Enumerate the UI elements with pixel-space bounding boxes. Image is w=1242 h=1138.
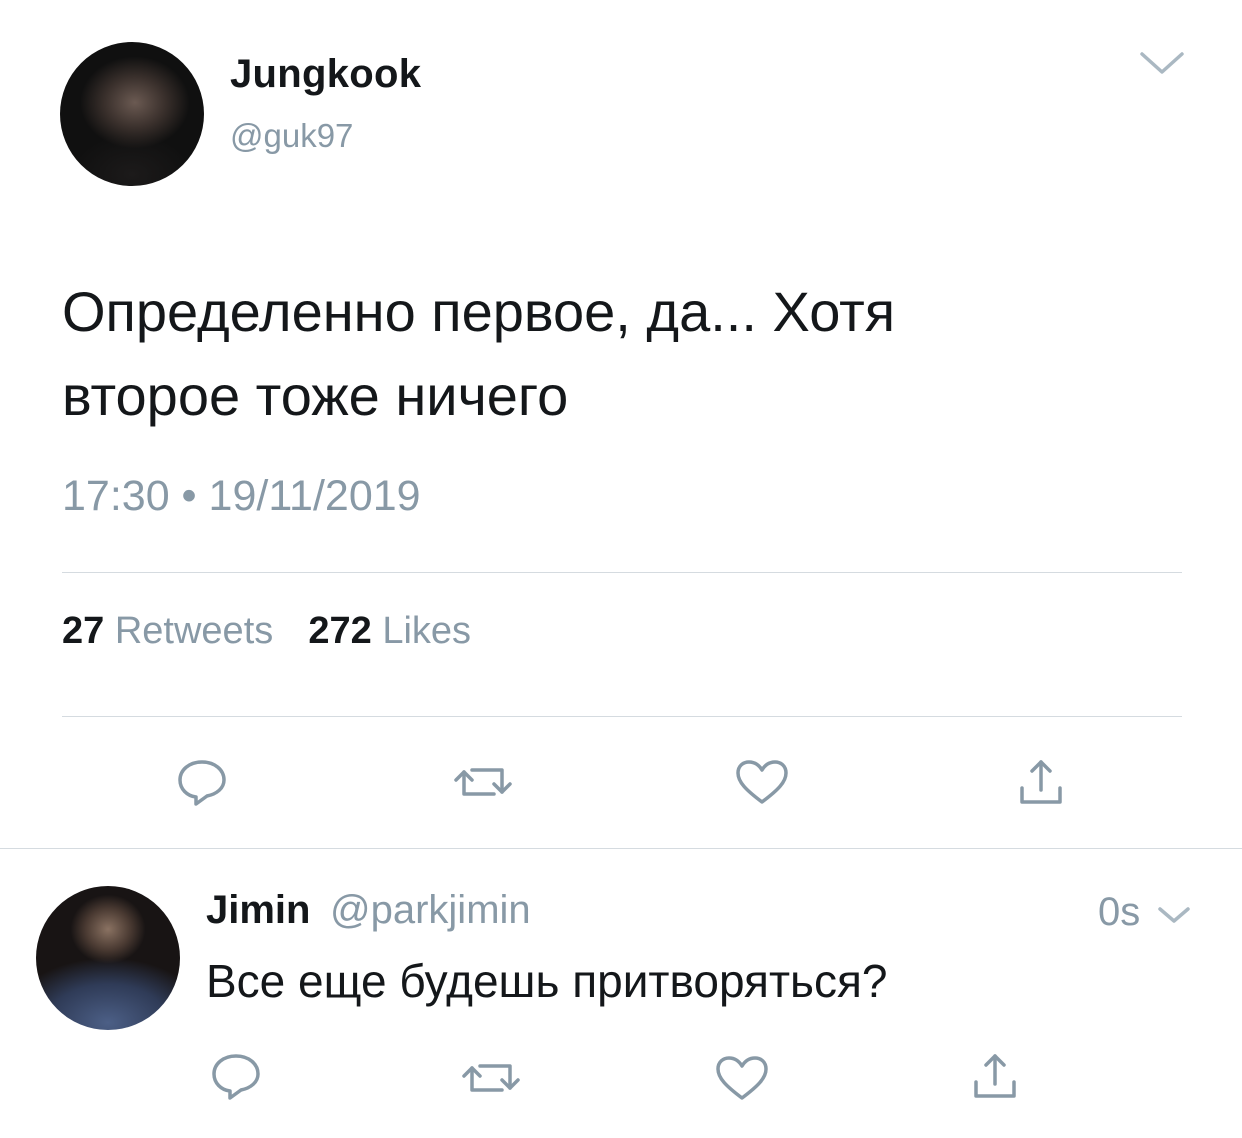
tweet-timestamp: 17:30 • 19/11/2019 [62, 472, 421, 520]
chevron-down-icon[interactable] [1156, 904, 1192, 926]
reply-author-avatar[interactable] [36, 886, 180, 1030]
retweets-label[interactable]: Retweets [115, 610, 273, 652]
retweet-icon[interactable] [460, 1056, 522, 1100]
like-icon[interactable] [714, 1054, 770, 1102]
share-icon[interactable] [1016, 758, 1066, 808]
retweets-count[interactable]: 27 [62, 610, 104, 652]
likes-label[interactable]: Likes [382, 610, 471, 652]
divider [62, 716, 1182, 717]
reply-text: Все еще будешь притворяться? [206, 955, 888, 1007]
chevron-down-icon[interactable] [1138, 48, 1186, 78]
divider [0, 848, 1242, 849]
reply-icon[interactable] [210, 1052, 262, 1102]
retweet-icon[interactable] [452, 760, 514, 804]
author-handle[interactable]: @guk97 [230, 117, 353, 155]
share-icon[interactable] [970, 1052, 1020, 1102]
tweet-text: Определенно первое, да... Хотя второе то… [62, 280, 896, 427]
like-icon[interactable] [734, 758, 790, 806]
reply-icon[interactable] [176, 758, 228, 808]
divider [62, 572, 1182, 573]
tweet-stats: 27 Retweets 272 Likes [62, 610, 471, 653]
author-avatar[interactable] [60, 42, 204, 186]
reply-author-name[interactable]: Jimin [206, 888, 310, 933]
likes-count[interactable]: 272 [308, 610, 371, 652]
reply-author-handle[interactable]: @parkjimin [330, 888, 531, 933]
author-name[interactable]: Jungkook [230, 52, 421, 97]
reply-time: 0s [1098, 890, 1141, 934]
